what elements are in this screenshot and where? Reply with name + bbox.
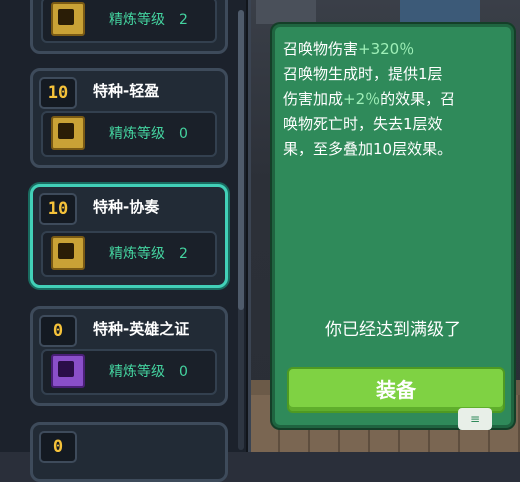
description-fragment: 的效果，召 — [380, 90, 456, 108]
description-line: 召唤物生成时，提供1层 — [283, 65, 443, 83]
chat-icon[interactable]: ≡ — [458, 408, 492, 430]
refine-value: 0 — [179, 364, 188, 380]
stat-label: 召唤物伤害 — [283, 40, 359, 58]
refine-label: 精炼等级 — [109, 126, 165, 142]
card-refine-row: 精炼等级 0 — [41, 111, 217, 157]
description-line: 唤物死亡时，失去1层效 — [283, 115, 443, 133]
stat-value: +320％ — [358, 40, 415, 58]
card-header: 10 特种-轻盈 — [33, 71, 225, 111]
talent-description: 召唤物伤害+320％ 召唤物生成时，提供1层 伤害加成+2％的效果，召 唤物死亡… — [283, 37, 505, 162]
refine-label: 精炼等级 — [109, 364, 165, 380]
talent-detail-panel: 召唤物伤害+320％ 召唤物生成时，提供1层 伤害加成+2％的效果，召 唤物死亡… — [272, 24, 514, 428]
refine-value: 2 — [179, 246, 188, 262]
background-object — [256, 0, 316, 24]
bonus-value: +2％ — [343, 90, 381, 108]
talent-card[interactable]: 精炼等级 2 — [30, 0, 228, 54]
equip-button[interactable]: 装备 — [287, 367, 505, 413]
refine-value: 2 — [179, 12, 188, 28]
talent-title: 特种-协奏 — [93, 198, 160, 216]
card-header: 0 — [33, 425, 225, 465]
talent-list-panel: 精炼等级 2 10 特种-轻盈 精炼等级 0 10 特种-协奏 精炼等级 2 0… — [0, 0, 251, 482]
card-refine-row: 精炼等级 2 — [41, 231, 217, 277]
talent-card-hero-proof[interactable]: 0 特种-英雄之证 精炼等级 0 — [30, 306, 228, 406]
level-badge: 0 — [39, 431, 77, 463]
talent-title: 特种-轻盈 — [93, 82, 160, 100]
talent-card[interactable]: 0 — [30, 422, 228, 482]
refine-label: 精炼等级 — [109, 246, 165, 262]
card-refine-row: 精炼等级 0 — [41, 349, 217, 395]
gold-trophy-icon — [51, 116, 85, 150]
background-object — [400, 0, 480, 22]
refine-label: 精炼等级 — [109, 12, 165, 28]
level-badge: 0 — [39, 315, 77, 347]
talent-title: 特种-英雄之证 — [93, 320, 190, 338]
scrollbar-thumb[interactable] — [238, 10, 244, 310]
gold-trophy-icon — [51, 2, 85, 36]
card-header: 0 特种-英雄之证 — [33, 309, 225, 349]
card-refine-row: 精炼等级 2 — [41, 0, 217, 43]
level-badge: 10 — [39, 77, 77, 109]
description-line: 果，至多叠加10层效果。 — [283, 140, 453, 158]
description-fragment: 伤害加成 — [283, 90, 344, 108]
refine-value: 0 — [179, 126, 188, 142]
talent-card-concert[interactable]: 10 特种-协奏 精炼等级 2 — [30, 184, 228, 288]
talent-card-light[interactable]: 10 特种-轻盈 精炼等级 0 — [30, 68, 228, 168]
card-header: 10 特种-协奏 — [33, 187, 225, 227]
purple-trophy-icon — [51, 354, 85, 388]
level-badge: 10 — [39, 193, 77, 225]
max-level-notice: 你已经达到满级了 — [325, 320, 461, 340]
gold-trophy-icon — [51, 236, 85, 270]
